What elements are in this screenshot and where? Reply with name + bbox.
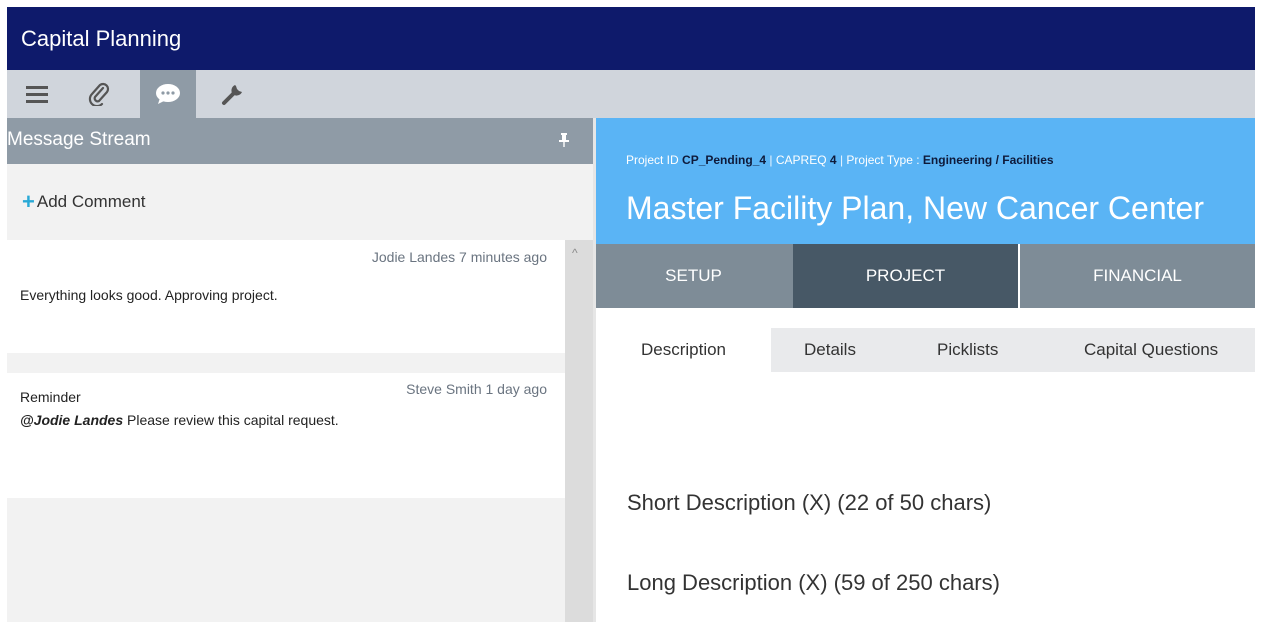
menu-icon — [26, 86, 48, 103]
project-id-value: CP_Pending_4 — [682, 153, 767, 167]
scroll-up-icon[interactable]: ^ — [572, 246, 578, 260]
message-body: Please review this capital request. — [123, 412, 339, 428]
add-comment-button[interactable]: + Add Comment — [7, 164, 593, 240]
attachments-button[interactable] — [77, 70, 121, 118]
message-stream-button[interactable] — [140, 70, 196, 118]
tab-setup[interactable]: SETUP — [596, 244, 791, 308]
message-mention[interactable]: @Jodie Landes — [20, 412, 123, 428]
message-scrollbar[interactable]: ^ — [565, 240, 593, 622]
message-text: Everything looks good. Approving project… — [20, 287, 278, 303]
capreq-value: 4 — [829, 153, 837, 167]
message-stream-header: Message Stream — [7, 118, 593, 164]
paperclip-icon — [88, 82, 110, 106]
project-type-label: Project Type : — [846, 153, 920, 167]
project-type-value: Engineering / Facilities — [922, 153, 1054, 167]
tools-button[interactable] — [211, 70, 255, 118]
message-stream-panel: Message Stream + Add Comment Jodie Lande… — [7, 118, 593, 622]
message-list: Jodie Landes 7 minutes ago Everything lo… — [7, 240, 565, 622]
project-id-label: Project ID — [626, 153, 679, 167]
short-description-label: Short Description (X) (22 of 50 chars) — [627, 490, 992, 515]
app-title-bar: Capital Planning — [7, 7, 1255, 70]
subtab-details[interactable]: Details — [804, 328, 856, 372]
tab-financial[interactable]: FINANCIAL — [1020, 244, 1255, 308]
project-identifiers: Project ID CP_Pending_4 | CAPREQ 4 | Pro… — [626, 153, 1054, 167]
message-item: Steve Smith 1 day ago Reminder @Jodie La… — [7, 373, 565, 498]
subtab-description[interactable]: Description — [596, 328, 771, 372]
wrench-icon — [222, 85, 242, 105]
app-title: Capital Planning — [21, 26, 182, 51]
chat-bubble-icon — [156, 84, 180, 104]
tab-project[interactable]: PROJECT — [793, 244, 1018, 308]
message-author-time: Steve Smith 1 day ago — [406, 381, 547, 397]
message-author-time: Jodie Landes 7 minutes ago — [371, 249, 547, 265]
message-stream-title: Message Stream — [7, 129, 151, 150]
subtab-picklists[interactable]: Picklists — [937, 328, 998, 372]
message-item: Jodie Landes 7 minutes ago Everything lo… — [7, 240, 565, 353]
add-comment-label: Add Comment — [36, 192, 146, 211]
subtab-capital-questions[interactable]: Capital Questions — [1084, 328, 1218, 372]
long-description-label: Long Description (X) (59 of 250 chars) — [627, 570, 1000, 595]
sub-tabs: Description Details Picklists Capital Qu… — [596, 328, 1255, 372]
message-subject: Reminder — [20, 389, 81, 405]
plus-icon: + — [22, 189, 35, 214]
capreq-label: CAPREQ — [775, 153, 827, 167]
project-header: Project ID CP_Pending_4 | CAPREQ 4 | Pro… — [596, 118, 1255, 244]
project-title: Master Facility Plan, New Cancer Center — [626, 190, 1204, 226]
main-tabs: SETUP PROJECT FINANCIAL — [596, 244, 1255, 308]
menu-button[interactable] — [15, 70, 59, 118]
toolbar — [7, 70, 1255, 118]
message-text: @Jodie Landes Please review this capital… — [20, 412, 339, 428]
pin-icon[interactable] — [558, 133, 570, 147]
